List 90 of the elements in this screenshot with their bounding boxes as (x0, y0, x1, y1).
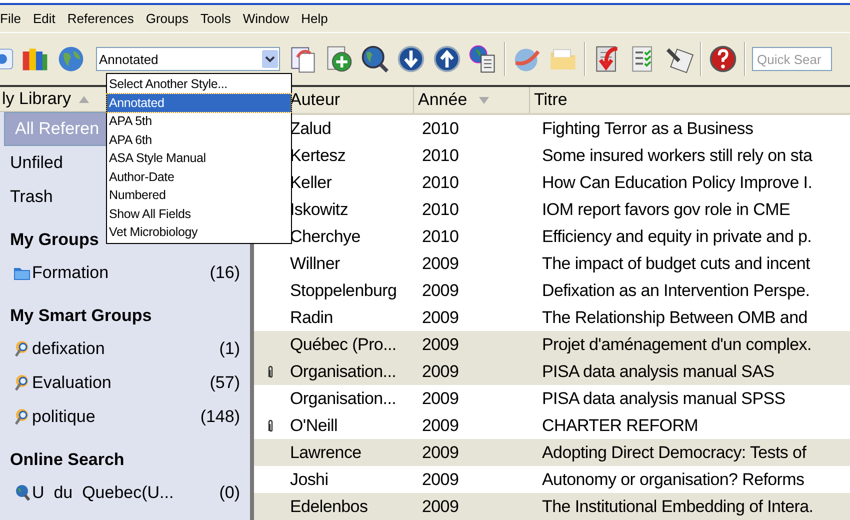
table-cell-text: 2009 (421, 308, 460, 328)
help-icon[interactable] (708, 44, 738, 74)
menu-item[interactable]: Edit (26, 11, 62, 26)
dropdown-option[interactable]: ASA Style Manual (107, 149, 291, 168)
style-select[interactable]: Annotated (96, 47, 280, 71)
sidebar-item[interactable]: U du Quebec(U... (0) (0, 476, 250, 510)
column-header[interactable]: Année (414, 87, 530, 113)
quick-search-field[interactable]: Quick Sear (752, 47, 832, 71)
table-row[interactable]: Stoppelenburg 2009 Defixation as an Intervention Perspe. (254, 277, 850, 304)
table-cell-text: Cherchye (289, 226, 362, 246)
sidebar-item[interactable]: politique (148) (0, 400, 250, 434)
table-cell-text: Kertesz (289, 146, 347, 166)
dropdown-option[interactable]: Show All Fields (107, 204, 291, 223)
table-cell-text: Projet d'aménagement d'un complex. (541, 334, 812, 354)
sidebar-item[interactable]: Evaluation (57) (0, 366, 250, 400)
menu-item[interactable]: Help (295, 11, 334, 26)
table-cell-text: The Relationship Between OMB and (541, 308, 808, 328)
table-cell-text: Edelenbos (289, 496, 369, 516)
dropdown-option[interactable]: Annotated (107, 94, 291, 112)
table-cell-text: 2009 (421, 388, 460, 408)
table-cell-text: 2009 (421, 280, 460, 300)
menu-item[interactable]: Tools (194, 11, 237, 26)
table-cell-text: Joshi (289, 470, 330, 490)
table-cell-text: 2010 (421, 118, 460, 138)
table-cell-text: Fighting Terror as a Business (541, 118, 754, 138)
magnifier-icon (14, 408, 30, 426)
table-cell-text: IOM report favors gov role in CME (541, 200, 792, 220)
table-cell-text: 2009 (421, 442, 460, 462)
magnifier-icon (14, 340, 30, 358)
table-cell-text: Adopting Direct Democracy: Tests of (541, 442, 808, 462)
menu-item[interactable]: References (61, 11, 140, 26)
table-cell-text: Zalud (289, 118, 332, 138)
table-cell-text: Québec (Pro... (289, 334, 398, 354)
table-row[interactable]: Organisation... 2009 PISA data analysis manual SPSS (254, 385, 850, 412)
table-cell-text: Defixation as an Intervention Perspe. (541, 280, 811, 300)
table-cell-text: Willner (289, 254, 341, 274)
table-cell-text: 2010 (421, 146, 460, 166)
table-row[interactable]: Edelenbos 2009 The Institutional Embedding of Intera. (254, 493, 850, 520)
table-cell-text: Organisation... (289, 388, 398, 408)
table-cell-text: 2009 (421, 496, 460, 516)
table-cell-text: 2010 (421, 200, 460, 220)
dropdown-option[interactable]: Author-Date (107, 168, 291, 186)
magnifier-icon (14, 374, 30, 392)
table-cell-text: The impact of budget cuts and incent (541, 254, 812, 274)
table-cell-text: 2010 (421, 226, 460, 246)
folder-icon (14, 266, 30, 280)
table-cell-text: 2009 (421, 254, 460, 274)
section-heading: Online Search (10, 450, 124, 469)
dropdown-option[interactable]: Numbered (107, 186, 291, 204)
table-cell-text: Keller (289, 172, 333, 192)
table-cell-text: 2009 (421, 470, 460, 490)
table-cell-text: PISA data analysis manual SPSS (541, 388, 786, 408)
table-row[interactable]: Radin 2009 The Relationship Between OMB and (254, 304, 850, 331)
table-cell-text: Radin (289, 308, 334, 328)
table-cell-text: 2009 (421, 362, 460, 382)
table-cell-text: 2010 (421, 172, 460, 192)
globe-search-icon[interactable] (360, 44, 390, 74)
table-cell-text: Some insured workers still rely on sta (541, 146, 814, 166)
table-row[interactable]: Joshi 2009 Autonomy or organisation? Reforms (254, 466, 850, 493)
table-cell-text: 2009 (421, 416, 460, 436)
table-cell-text: Stoppelenburg (289, 280, 398, 300)
menu-item[interactable]: Window (236, 11, 296, 26)
table-cell-text: How Can Education Policy Improve I. (541, 172, 814, 192)
table-cell-text: Organisation... (289, 362, 398, 382)
table-row[interactable]: Organisation... 2009 PISA data analysis manual SAS (254, 358, 850, 385)
globe-search-icon (14, 484, 30, 502)
table-cell-text: Lawrence (289, 442, 362, 462)
menu-item[interactable]: Groups (140, 11, 194, 26)
dropdown-option[interactable]: Vet Microbiology (107, 223, 291, 242)
table-row[interactable]: Québec (Pro... 2009 Projet d'aménagement d'un complex. (254, 331, 850, 358)
table-cell-text: The Institutional Embedding of Intera. (541, 496, 814, 516)
globe-icon[interactable] (56, 44, 86, 74)
table-cell-text: O'Neill (289, 416, 338, 436)
table-row[interactable]: Lawrence 2009 Adopting Direct Democracy: Tests of (254, 439, 850, 466)
menu-item[interactable]: File (0, 11, 27, 26)
table-cell-text: PISA data analysis manual SAS (541, 362, 776, 382)
table-cell-text: 2009 (421, 334, 460, 354)
download-icon[interactable] (396, 44, 426, 74)
sidebar-item[interactable]: Formation (16) (0, 256, 250, 290)
table-row[interactable]: O'Neill 2009 CHARTER REFORM (254, 412, 850, 439)
table-cell-text: CHARTER REFORM (541, 416, 700, 436)
column-header[interactable]: Titre (530, 87, 850, 113)
table-cell-text: Efficiency and equity in private and p. (541, 226, 813, 246)
table-row[interactable]: Willner 2009 The impact of budget cuts and incent (254, 250, 850, 277)
section-heading: My Groups (10, 230, 99, 249)
table-cell-text: Autonomy or organisation? Reforms (541, 470, 806, 490)
sidebar-item[interactable]: defixation (1) (0, 332, 250, 366)
section-heading: My Smart Groups (10, 306, 152, 325)
upload-icon[interactable] (432, 44, 462, 74)
table-cell-text: Iskowitz (289, 200, 350, 220)
